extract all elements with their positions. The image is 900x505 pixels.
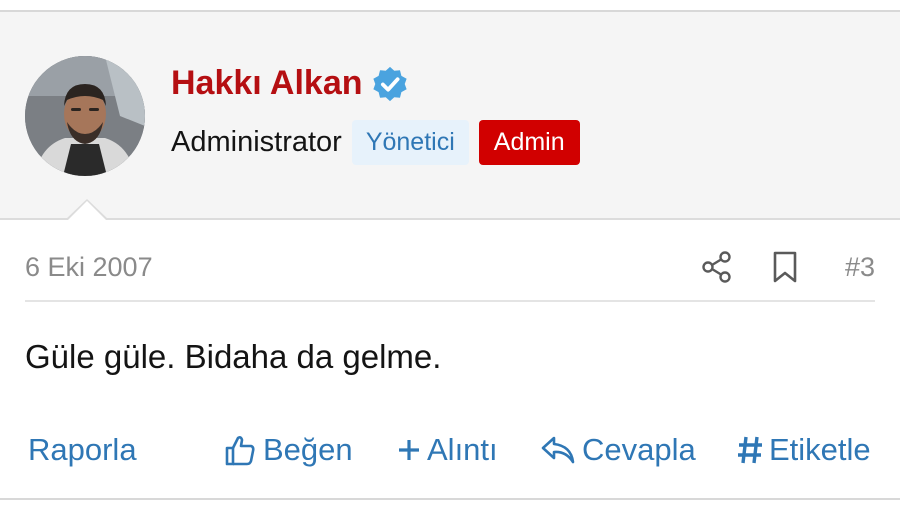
post-number[interactable]: #3 <box>845 252 875 283</box>
tag-button[interactable]: Etiketle <box>737 432 871 468</box>
report-label: Raporla <box>28 432 137 467</box>
user-title: Administrator <box>171 126 342 158</box>
top-strip <box>0 0 900 10</box>
reply-arrow-icon <box>540 434 576 466</box>
badge-admin: Admin <box>478 120 580 165</box>
username-text[interactable]: Hakkı Alkan <box>171 64 363 103</box>
post-message: Güle güle. Bidaha da gelme. <box>25 338 442 375</box>
avatar-photo <box>25 56 145 176</box>
plus-icon <box>397 438 421 462</box>
report-button[interactable]: Raporla <box>28 432 137 468</box>
user-role-row: Administrator Yönetici Admin <box>171 120 580 165</box>
username[interactable]: Hakkı Alkan <box>171 64 409 103</box>
user-panel: Hakkı Alkan Administrator Yönetici Admin <box>0 12 900 220</box>
tag-label: Etiketle <box>769 432 871 467</box>
reply-button[interactable]: Cevapla <box>540 432 696 468</box>
like-button[interactable]: Beğen <box>223 432 353 468</box>
thumbs-up-icon <box>223 433 257 467</box>
badge-yonetici: Yönetici <box>351 120 469 165</box>
panel-pointer <box>65 199 109 221</box>
quote-button[interactable]: Alıntı <box>397 432 498 468</box>
hashtag-icon <box>737 435 763 465</box>
post-actions: Raporla Beğen Alıntı Cevapla Etiketle <box>25 432 875 476</box>
avatar[interactable] <box>25 56 145 176</box>
share-icon[interactable] <box>700 250 734 284</box>
post-meta: 6 Eki 2007 #3 <box>25 242 875 302</box>
quote-label: Alıntı <box>427 432 498 467</box>
verified-check-icon <box>371 65 409 103</box>
like-label: Beğen <box>263 432 353 467</box>
bookmark-icon[interactable] <box>770 250 800 284</box>
forum-post: Hakkı Alkan Administrator Yönetici Admin… <box>0 10 900 500</box>
reply-label: Cevapla <box>582 432 696 467</box>
post-date[interactable]: 6 Eki 2007 <box>25 252 153 283</box>
